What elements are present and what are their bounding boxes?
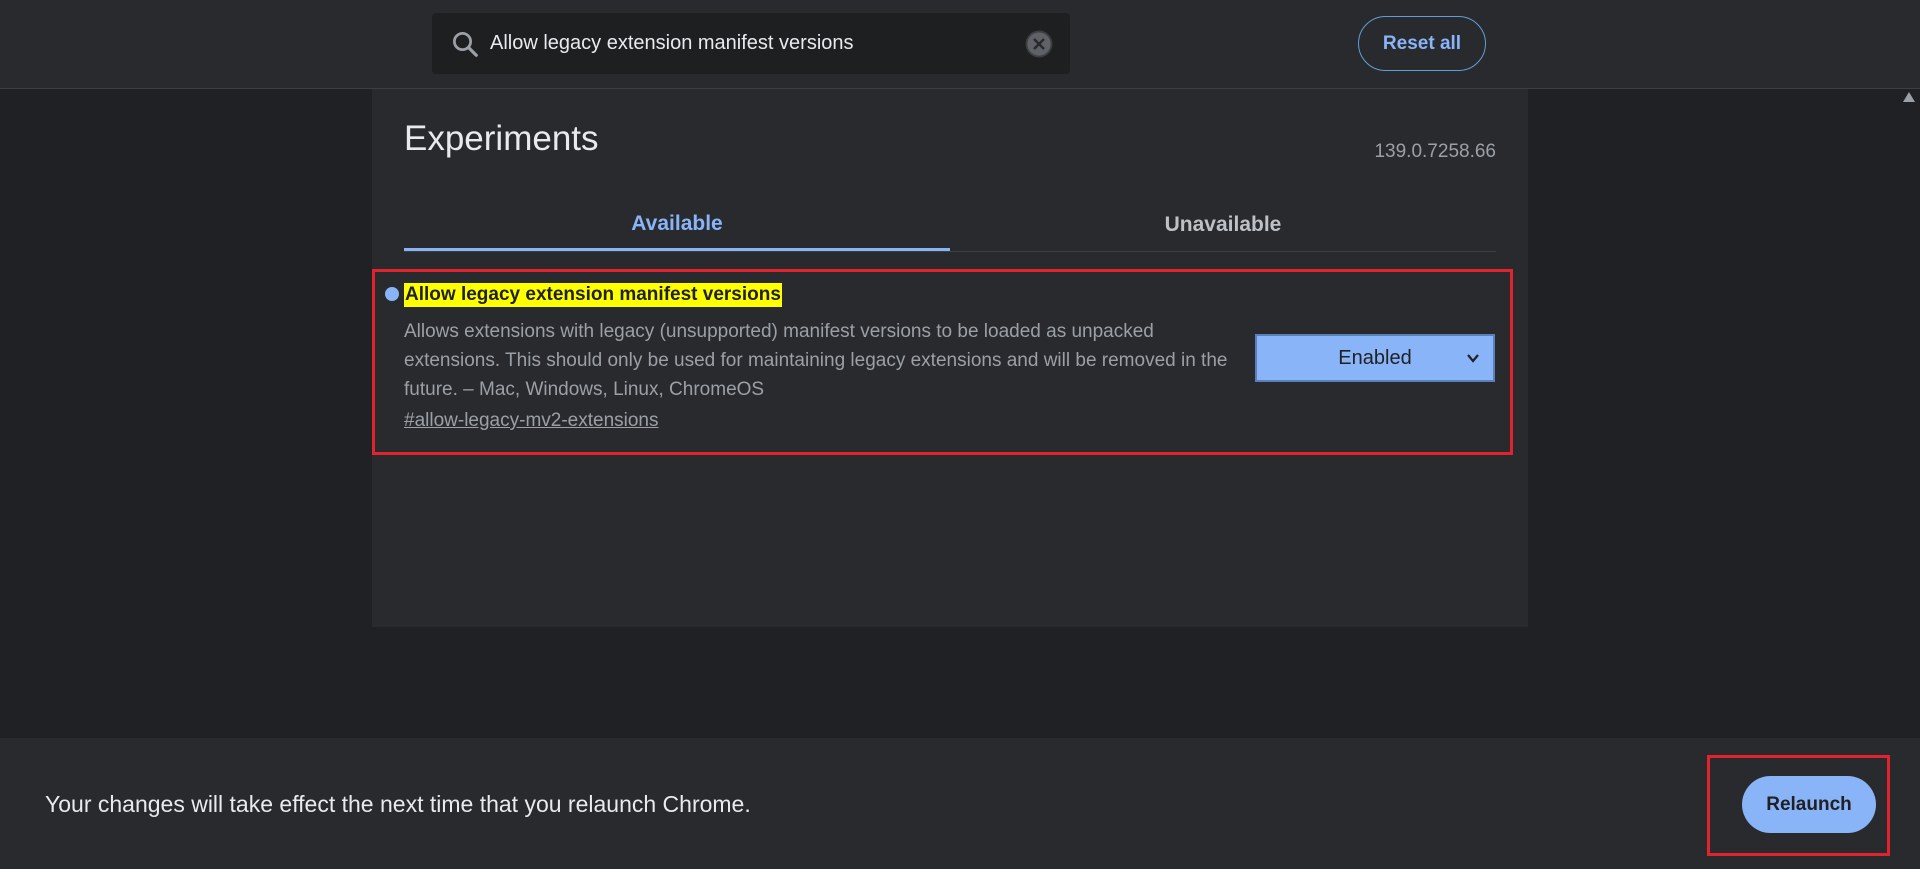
search-icon	[453, 32, 478, 57]
flag-description: Allows extensions with legacy (unsupport…	[404, 321, 1228, 400]
tab-bar: Available Unavailable	[404, 199, 1496, 252]
relaunch-message: Your changes will take effect the next t…	[45, 791, 751, 817]
version-label: 139.0.7258.66	[1374, 141, 1496, 162]
flag-title: Allow legacy extension manifest versions	[404, 283, 782, 307]
scroll-up-arrow-icon[interactable]	[1903, 92, 1915, 102]
modified-dot-icon	[385, 287, 399, 301]
tab-available[interactable]: Available	[404, 199, 950, 251]
relaunch-highlight: Relaunch	[1707, 755, 1890, 856]
top-toolbar: Reset all	[0, 0, 1920, 89]
relaunch-button[interactable]: Relaunch	[1742, 776, 1876, 833]
search-box[interactable]	[432, 13, 1070, 74]
flag-state-value: Enabled	[1338, 346, 1412, 369]
experiments-panel: Experiments 139.0.7258.66 Available Unav…	[372, 89, 1528, 627]
tab-unavailable[interactable]: Unavailable	[950, 199, 1496, 251]
flag-state-select[interactable]: Enabled	[1255, 334, 1495, 382]
reset-all-button[interactable]: Reset all	[1358, 16, 1486, 71]
page-title: Experiments	[404, 119, 599, 158]
flag-entry: Allow legacy extension manifest versions…	[372, 269, 1513, 455]
search-input[interactable]	[490, 25, 990, 61]
flag-permalink[interactable]: #allow-legacy-mv2-extensions	[404, 410, 659, 432]
chevron-down-icon	[1467, 354, 1479, 363]
relaunch-bar: Your changes will take effect the next t…	[0, 738, 1920, 869]
close-circle-icon[interactable]	[1024, 29, 1054, 59]
